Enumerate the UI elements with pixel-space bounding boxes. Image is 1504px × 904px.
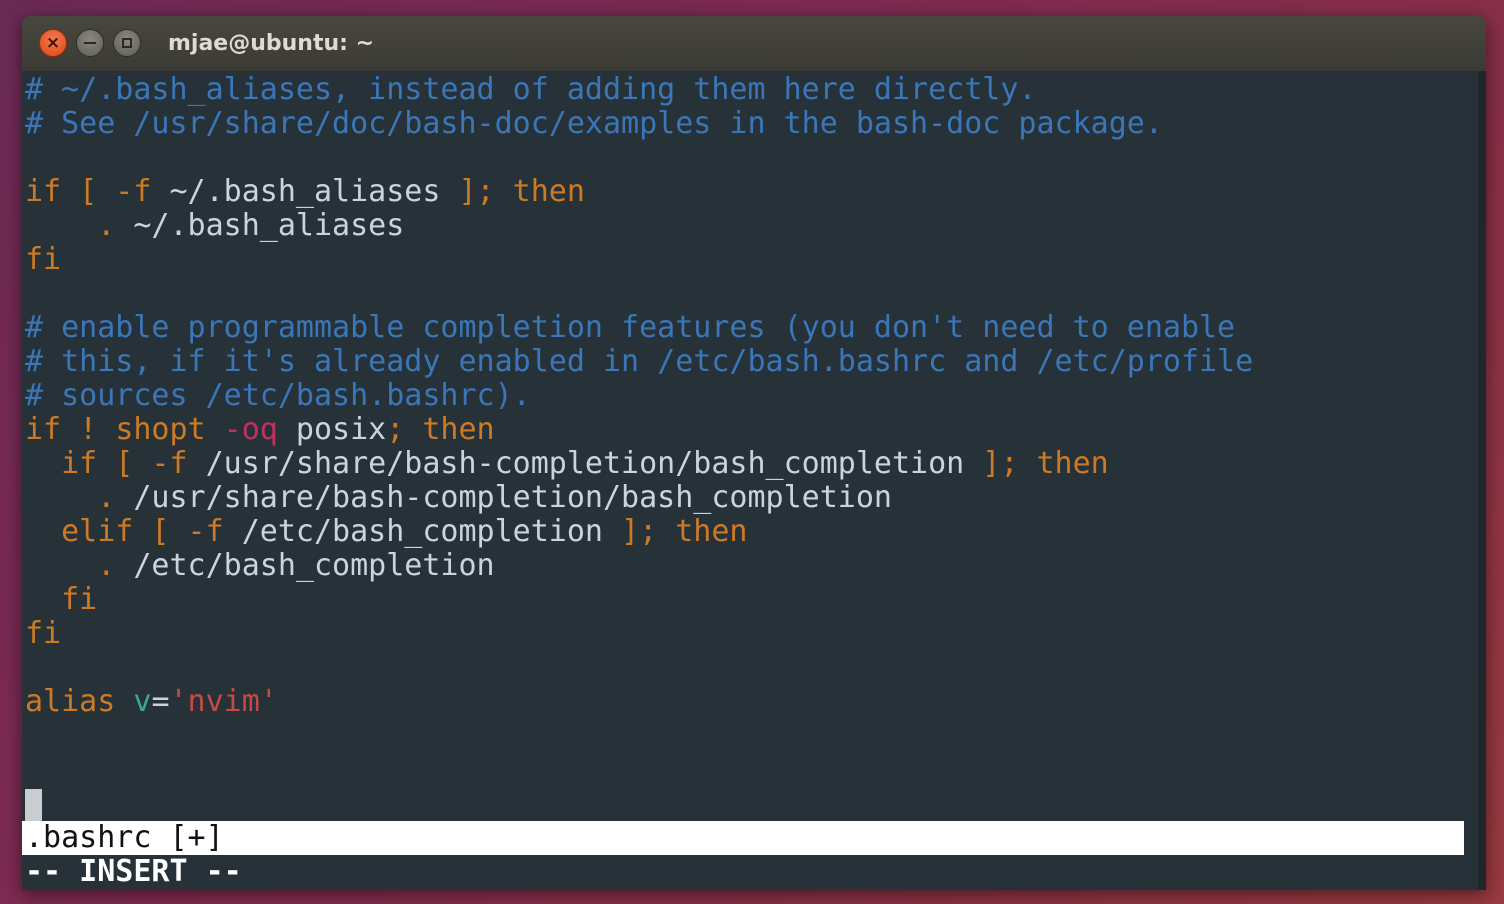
code-line[interactable]: fi xyxy=(25,583,1253,617)
vim-mode-indicator: -- INSERT -- xyxy=(25,854,242,889)
window-title: mjae@ubuntu: ~ xyxy=(168,31,375,56)
code-token: alias xyxy=(25,684,134,719)
code-line[interactable]: # ~/.bash_aliases, instead of adding the… xyxy=(25,73,1253,107)
code-line[interactable] xyxy=(25,277,1253,311)
text-cursor xyxy=(25,789,42,821)
code-token: fi xyxy=(25,582,98,617)
code-line[interactable]: # this, if it's already enabled in /etc/… xyxy=(25,345,1253,379)
code-line[interactable]: alias v='nvim' xyxy=(25,685,1253,719)
code-token: = xyxy=(151,684,170,719)
code-token: /etc/bash_completion xyxy=(133,548,495,583)
minimize-button[interactable] xyxy=(76,29,104,57)
code-line[interactable]: if ! shopt -oq posix; then xyxy=(25,413,1253,447)
minimize-icon xyxy=(84,42,96,44)
code-token: /etc/bash_completion xyxy=(241,514,603,549)
code-line[interactable]: if [ -f /usr/share/bash-completion/bash_… xyxy=(25,447,1253,481)
code-token: if [ -f xyxy=(25,446,206,481)
terminal-window: × mjae@ubuntu: ~ # ~/.bash_aliases, inst… xyxy=(22,16,1486,890)
code-token: ]; then xyxy=(964,446,1109,481)
code-token: ]; then xyxy=(602,514,748,549)
code-line[interactable]: # sources /etc/bash.bashrc). xyxy=(25,379,1253,413)
code-token: fi xyxy=(25,616,62,651)
code-token: ; then xyxy=(386,412,495,447)
code-line[interactable] xyxy=(25,141,1253,175)
code-token: ~/.bash_aliases xyxy=(133,208,405,243)
code-token: shopt xyxy=(115,412,206,447)
close-button[interactable]: × xyxy=(39,29,67,57)
code-token: fi xyxy=(25,242,62,277)
code-token: # See /usr/share/doc/bash-doc/examples i… xyxy=(25,106,1163,141)
code-line[interactable]: # enable programmable completion feature… xyxy=(25,311,1253,345)
code-token: /usr/share/bash-completion/bash_completi… xyxy=(205,446,965,481)
code-token: /usr/share/bash-completion/bash_completi… xyxy=(133,480,892,515)
editor-buffer[interactable]: # ~/.bash_aliases, instead of adding the… xyxy=(25,73,1253,719)
close-icon: × xyxy=(45,32,61,53)
code-line[interactable]: fi xyxy=(25,617,1253,651)
code-line[interactable]: . /etc/bash_completion xyxy=(25,549,1253,583)
code-token: ]; then xyxy=(440,174,585,209)
code-token: . xyxy=(25,548,134,583)
code-token: # enable programmable completion feature… xyxy=(25,310,1236,345)
code-line[interactable]: if [ -f ~/.bash_aliases ]; then xyxy=(25,175,1253,209)
vim-status-line: .bashrc [+] xyxy=(22,821,1464,855)
title-bar[interactable]: × mjae@ubuntu: ~ xyxy=(22,16,1486,72)
code-token: -oq xyxy=(205,412,278,447)
code-line[interactable]: # See /usr/share/doc/bash-doc/examples i… xyxy=(25,107,1253,141)
code-line[interactable]: . ~/.bash_aliases xyxy=(25,209,1253,243)
maximize-icon xyxy=(122,38,132,48)
code-token: # this, if it's already enabled in /etc/… xyxy=(25,344,1254,379)
code-token: # sources /etc/bash.bashrc). xyxy=(25,378,531,413)
code-line[interactable] xyxy=(25,651,1253,685)
code-token: elif [ -f xyxy=(25,514,242,549)
code-token: posix xyxy=(277,412,387,447)
code-token: . xyxy=(25,480,134,515)
code-token: 'nvim' xyxy=(169,684,278,719)
terminal-area[interactable]: # ~/.bash_aliases, instead of adding the… xyxy=(22,71,1486,890)
code-line[interactable]: fi xyxy=(25,243,1253,277)
code-token: v xyxy=(133,684,152,719)
code-line[interactable]: . /usr/share/bash-completion/bash_comple… xyxy=(25,481,1253,515)
maximize-button[interactable] xyxy=(113,29,141,57)
code-token: if ! xyxy=(25,412,116,447)
code-token: ~/.bash_aliases xyxy=(169,174,441,209)
code-token: . xyxy=(25,208,134,243)
code-token: # ~/.bash_aliases, instead of adding the… xyxy=(25,72,1037,107)
code-line[interactable]: elif [ -f /etc/bash_completion ]; then xyxy=(25,515,1253,549)
code-token: if [ -f xyxy=(25,174,170,209)
scrollbar[interactable] xyxy=(1478,71,1486,890)
